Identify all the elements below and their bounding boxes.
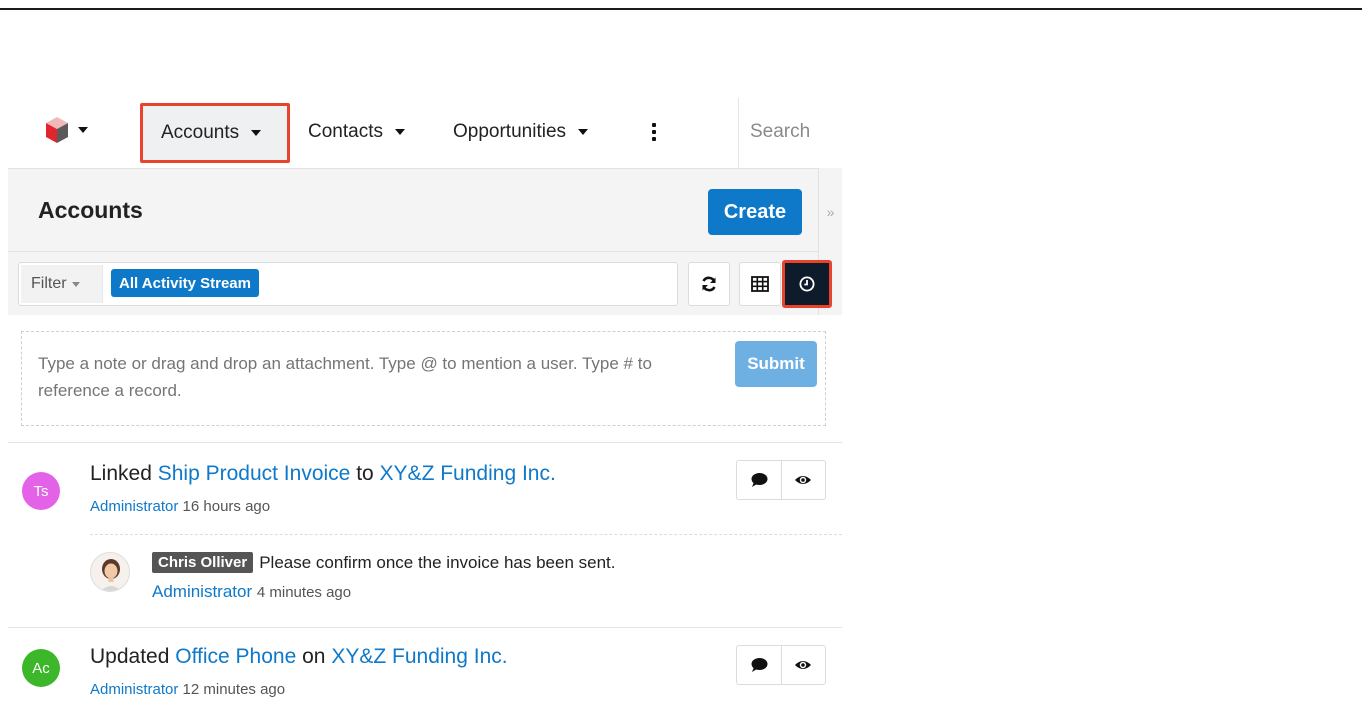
chevron-down-icon xyxy=(78,127,88,133)
activity-verb: Updated xyxy=(90,645,170,668)
comment-text: Chris Olliver Please confirm once the inv… xyxy=(152,552,615,573)
user-photo-avatar xyxy=(90,552,130,592)
activity-actions xyxy=(736,645,826,685)
record-link[interactable]: XY&Z Funding Inc. xyxy=(380,462,556,485)
chevron-down-icon xyxy=(71,281,80,287)
user-link[interactable]: Administrator xyxy=(90,681,178,698)
refresh-icon xyxy=(702,276,716,292)
timestamp: 16 hours ago xyxy=(182,498,271,515)
activity-item: Ac Updated Office Phone on XY&Z Funding … xyxy=(8,627,842,715)
filter-bar: Filter All Activity Stream xyxy=(8,252,832,315)
nav-tab-opportunities[interactable]: Opportunities xyxy=(453,98,589,166)
eye-icon xyxy=(795,476,812,484)
comment-button[interactable] xyxy=(737,646,781,684)
activity-actions xyxy=(736,460,826,500)
timestamp: 12 minutes ago xyxy=(182,681,286,698)
nav-tab-accounts[interactable]: Accounts xyxy=(140,103,290,163)
home-menu[interactable] xyxy=(44,113,104,147)
comment-bubble-icon xyxy=(751,473,768,487)
avatar: Ts xyxy=(22,472,60,510)
user-link[interactable]: Administrator xyxy=(152,582,252,601)
comment-bubble-icon xyxy=(751,658,768,672)
active-filter-pill[interactable]: All Activity Stream xyxy=(111,269,259,297)
comment-button[interactable] xyxy=(737,461,781,499)
activity-stream-view-button[interactable] xyxy=(782,260,832,308)
page-title: Accounts xyxy=(38,197,143,223)
timestamp: 4 minutes ago xyxy=(256,584,352,601)
record-link[interactable]: Ship Product Invoice xyxy=(158,462,351,485)
nav-tab-label: Opportunities xyxy=(453,121,567,142)
chevron-down-icon xyxy=(578,129,589,135)
activity-meta: Administrator 12 minutes ago xyxy=(90,681,285,698)
comment-meta: Administrator 4 minutes ago xyxy=(152,582,351,602)
list-view-icon xyxy=(751,276,769,292)
more-menu-icon[interactable] xyxy=(646,98,662,166)
nav-tab-label: Contacts xyxy=(308,121,383,142)
clock-icon xyxy=(799,276,815,292)
page-header: Accounts Create xyxy=(8,168,818,252)
chevron-down-icon xyxy=(394,129,405,135)
main-navbar: Accounts Contacts Opportunities xyxy=(8,98,842,168)
comment-divider xyxy=(90,534,842,535)
nav-tab-label: Accounts xyxy=(161,122,240,143)
global-search-input[interactable] xyxy=(750,116,842,148)
activity-connector: to xyxy=(356,462,374,485)
create-button[interactable]: Create xyxy=(708,189,802,235)
nav-tab-contacts[interactable]: Contacts xyxy=(308,98,405,166)
list-view-panel: Accounts Create » Filter All Activity St… xyxy=(8,168,842,715)
double-chevron-right-icon: » xyxy=(826,204,835,220)
comment-body: Please confirm once the invoice has been… xyxy=(259,553,616,572)
nav-divider xyxy=(738,98,739,168)
list-view-button[interactable] xyxy=(739,262,781,306)
eye-icon xyxy=(795,661,812,669)
note-input[interactable] xyxy=(38,350,718,404)
note-composer: Submit xyxy=(21,331,826,426)
activity-text: Updated Office Phone on XY&Z Funding Inc… xyxy=(90,645,508,669)
record-link[interactable]: XY&Z Funding Inc. xyxy=(331,645,507,668)
record-link[interactable]: Office Phone xyxy=(175,645,296,668)
activity-meta: Administrator 16 hours ago xyxy=(90,498,270,515)
sugar-cube-logo-icon xyxy=(46,117,68,143)
filter-label: Filter xyxy=(31,275,67,292)
mention-tag[interactable]: Chris Olliver xyxy=(152,552,254,573)
follow-button[interactable] xyxy=(780,646,826,684)
filter-input[interactable]: Filter All Activity Stream xyxy=(18,262,678,306)
chevron-down-icon xyxy=(251,130,262,136)
activity-connector: on xyxy=(302,645,326,668)
activity-text: Linked Ship Product Invoice to XY&Z Fund… xyxy=(90,462,556,486)
refresh-button[interactable] xyxy=(688,262,730,306)
user-link[interactable]: Administrator xyxy=(90,498,178,515)
activity-item: Ts Linked Ship Product Invoice to XY&Z F… xyxy=(8,442,842,627)
top-divider xyxy=(0,8,1362,10)
follow-button[interactable] xyxy=(780,461,826,499)
filter-dropdown[interactable]: Filter xyxy=(21,265,103,303)
avatar: Ac xyxy=(22,649,60,687)
submit-button[interactable]: Submit xyxy=(735,341,817,387)
activity-verb: Linked xyxy=(90,462,152,485)
